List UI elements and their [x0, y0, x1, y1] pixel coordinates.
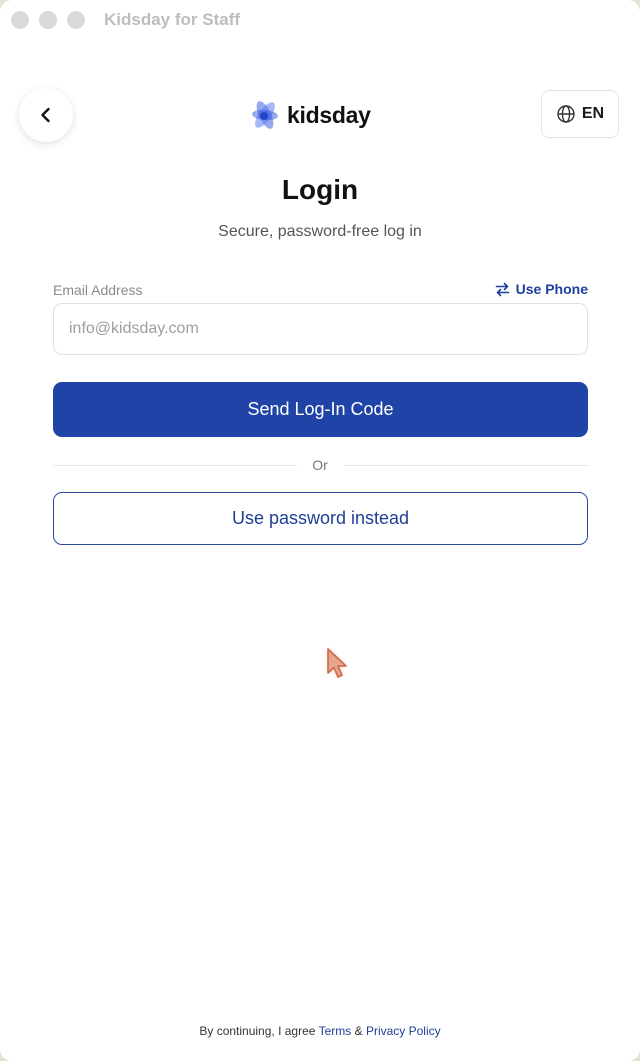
language-selector[interactable]: EN — [541, 90, 619, 138]
globe-icon — [556, 104, 576, 124]
privacy-policy-link[interactable]: Privacy Policy — [366, 1024, 441, 1038]
email-label: Email Address — [53, 282, 143, 298]
chevron-left-icon — [41, 107, 50, 123]
zoom-window-button[interactable] — [67, 11, 85, 29]
footer-ampersand: & — [354, 1024, 363, 1038]
email-input[interactable] — [53, 303, 588, 355]
window-title: Kidsday for Staff — [104, 10, 241, 29]
language-label: EN — [581, 105, 605, 122]
swap-arrows-icon — [495, 282, 510, 297]
logo-text: kidsday — [287, 101, 371, 128]
kidsday-logo: kidsday — [248, 97, 371, 133]
terms-link[interactable]: Terms — [319, 1024, 352, 1038]
app-window: Kidsday for Staff kidsday EN Login Secur… — [0, 0, 640, 1061]
divider-line-right — [345, 465, 589, 466]
mouse-cursor-icon — [327, 648, 347, 678]
use-phone-label: Use Phone — [515, 281, 588, 297]
minimize-window-button[interactable] — [39, 11, 57, 29]
footer-prefix: By continuing, I agree — [199, 1024, 316, 1038]
back-button[interactable] — [19, 88, 73, 142]
use-password-button[interactable]: Use password instead — [53, 492, 588, 545]
page-subtitle: Secure, password-free log in — [218, 223, 422, 240]
close-window-button[interactable] — [11, 11, 29, 29]
title-bar: Kidsday for Staff — [0, 0, 640, 40]
kidsday-logo-icon — [252, 101, 278, 129]
page-title: Login — [281, 174, 359, 205]
send-login-code-button[interactable]: Send Log-In Code — [53, 382, 588, 437]
footer-consent: By continuing, I agree Terms & Privacy P… — [0, 1024, 640, 1038]
use-phone-link[interactable]: Use Phone — [495, 281, 588, 297]
